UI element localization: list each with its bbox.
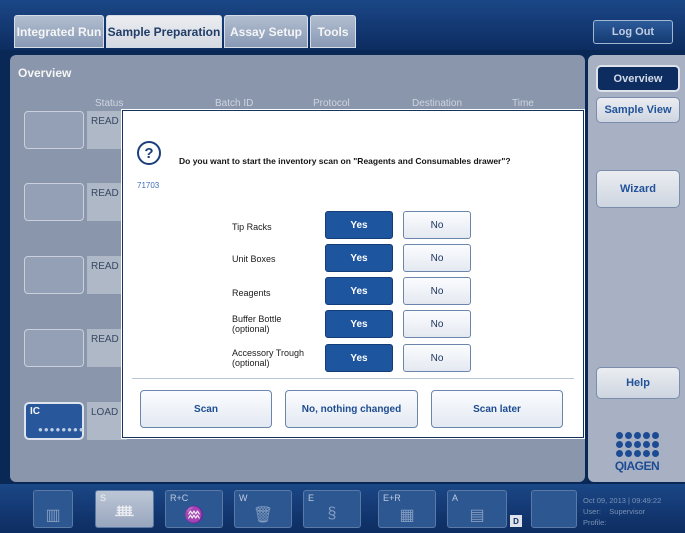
buffer-bottle-no-button[interactable]: No [403, 310, 471, 338]
question-icon: ? [137, 141, 161, 165]
row-label-buffer-bottle: Buffer Bottle (optional) [232, 314, 282, 334]
reagents-yes-button[interactable]: Yes [325, 277, 393, 305]
row-label-tip-racks: Tip Racks [232, 222, 272, 232]
row-label-accessory-trough: Accessory Trough (optional) [232, 348, 305, 368]
no-nothing-changed-button[interactable]: No, nothing changed [285, 390, 418, 428]
reagents-no-button[interactable]: No [403, 277, 471, 305]
row-label-reagents: Reagents [232, 288, 271, 298]
row-label-unit-boxes: Unit Boxes [232, 254, 276, 264]
scan-later-button[interactable]: Scan later [431, 390, 563, 428]
tip-racks-no-button[interactable]: No [403, 211, 471, 239]
dialog-divider [132, 378, 574, 379]
accessory-trough-yes-button[interactable]: Yes [325, 344, 393, 372]
unit-boxes-yes-button[interactable]: Yes [325, 244, 393, 272]
scan-button[interactable]: Scan [140, 390, 272, 428]
unit-boxes-no-button[interactable]: No [403, 244, 471, 272]
accessory-trough-no-button[interactable]: No [403, 344, 471, 372]
dialog-question: Do you want to start the inventory scan … [179, 156, 511, 166]
message-code: 71703 [137, 181, 160, 190]
buffer-bottle-yes-button[interactable]: Yes [325, 310, 393, 338]
tip-racks-yes-button[interactable]: Yes [325, 211, 393, 239]
